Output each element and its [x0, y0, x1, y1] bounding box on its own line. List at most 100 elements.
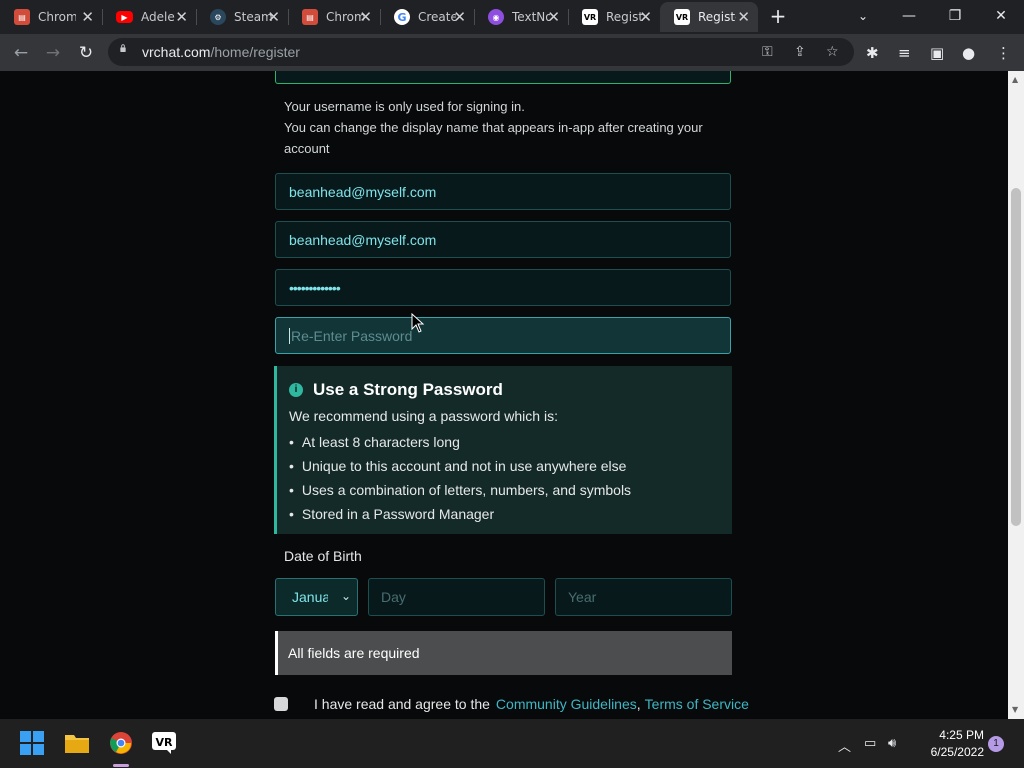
close-tab-icon[interactable]: ✕ — [639, 8, 652, 26]
reload-icon[interactable]: ↻ — [73, 40, 99, 66]
info-icon: i — [289, 383, 303, 397]
username-hint: Your username is only used for signing i… — [284, 96, 703, 159]
browser-tab-bar: ▤ Chrome ✕ ▶ Adele ✕ ⚙ Steam ✕ ▤ Chrome … — [0, 0, 1024, 34]
media-control-icon[interactable]: ≡ — [898, 44, 911, 62]
tab-1[interactable]: ▶ Adele ✕ — [102, 2, 196, 32]
strong-password-list: At least 8 characters long Unique to thi… — [289, 430, 631, 526]
svg-text:VR: VR — [156, 736, 174, 749]
side-panel-icon[interactable]: ▣ — [930, 44, 944, 62]
clock-date: 6/25/2022 — [930, 745, 984, 759]
hint-line: You can change the display name that app… — [284, 120, 703, 135]
password-field[interactable]: ••••••••••••• — [275, 269, 731, 306]
volume-icon[interactable]: 🔊︎ — [888, 736, 896, 751]
menu-icon[interactable]: ⋮ — [996, 44, 1011, 62]
network-icon[interactable]: ▭ — [864, 736, 876, 751]
agree-text: I have read and agree to the — [314, 696, 490, 712]
bookmark-star-icon[interactable]: ☆ — [826, 44, 839, 60]
email-confirm-value: beanhead@myself.com — [289, 231, 437, 248]
tab-6[interactable]: VR Register ✕ — [568, 2, 660, 32]
tab-title: Chrome — [326, 10, 364, 24]
year-field[interactable]: Year — [555, 578, 732, 616]
tab-7-active[interactable]: VR Register ✕ — [660, 2, 758, 32]
tray-chevron-up-icon[interactable]: ︿ — [838, 736, 851, 755]
month-select[interactable]: January ⌄ — [275, 578, 358, 616]
tab-title: TextNow — [512, 10, 550, 24]
strong-password-title: Use a Strong Password — [313, 380, 503, 399]
day-field[interactable]: Day — [368, 578, 545, 616]
list-item: Uses a combination of letters, numbers, … — [289, 478, 631, 502]
reenter-password-placeholder: Re-Enter Password — [291, 327, 413, 344]
list-item: Stored in a Password Manager — [289, 502, 631, 526]
notification-badge[interactable]: 1 — [988, 736, 1004, 752]
address-bar[interactable]: vrchat.com/home/register ⚿ ⇪ ☆ — [108, 38, 854, 66]
restore-icon[interactable]: ❐ — [932, 4, 978, 28]
share-icon[interactable]: ⇪ — [794, 44, 806, 60]
tab-4[interactable]: G Create ✕ — [380, 2, 474, 32]
agree-row: I have read and agree to the Community G… — [274, 694, 749, 714]
dob-label: Date of Birth — [284, 548, 362, 564]
scroll-up-icon[interactable]: ▲ — [1012, 75, 1018, 84]
username-field[interactable] — [275, 71, 731, 84]
hint-line: Your username is only used for signing i… — [284, 99, 525, 114]
email-confirm-field[interactable]: beanhead@myself.com — [275, 221, 731, 258]
strong-password-heading: i Use a Strong Password — [289, 380, 503, 400]
strong-password-intro: We recommend using a password which is: — [289, 408, 558, 424]
file-explorer-icon[interactable] — [63, 729, 91, 757]
close-tab-icon[interactable]: ✕ — [737, 8, 750, 26]
new-tab-icon[interactable]: + — [767, 4, 789, 28]
tab-title: Steam — [234, 10, 272, 24]
email-field[interactable]: beanhead@myself.com — [275, 173, 731, 210]
community-guidelines-link[interactable]: Community Guidelines — [496, 696, 637, 712]
tab-title: Chrome — [38, 10, 76, 24]
tab-title: Register — [698, 10, 736, 24]
page-scrollbar[interactable]: ▲ ▼ — [1008, 71, 1024, 719]
tab-title: Create — [418, 10, 456, 24]
back-icon[interactable]: ← — [8, 40, 34, 66]
url-path: /home/register — [210, 44, 300, 60]
comma: , — [636, 696, 641, 712]
tab-5[interactable]: ◉ TextNow ✕ — [474, 2, 568, 32]
close-tab-icon[interactable]: ✕ — [453, 8, 466, 26]
month-value: January — [292, 589, 328, 605]
agree-checkbox[interactable] — [274, 697, 288, 711]
extensions-icon[interactable]: ✱ — [866, 44, 879, 62]
close-window-icon[interactable]: ✕ — [978, 4, 1024, 28]
email-value: beanhead@myself.com — [289, 183, 437, 200]
close-tab-icon[interactable]: ✕ — [81, 8, 94, 26]
tab-0[interactable]: ▤ Chrome ✕ — [0, 2, 102, 32]
chrome-store-icon: ▤ — [14, 9, 30, 25]
close-tab-icon[interactable]: ✕ — [547, 8, 560, 26]
scroll-thumb[interactable] — [1011, 188, 1021, 526]
textnow-icon: ◉ — [488, 9, 504, 25]
mouse-cursor-icon — [411, 313, 425, 333]
chrome-store-icon: ▤ — [302, 9, 318, 25]
close-tab-icon[interactable]: ✕ — [175, 8, 188, 26]
close-tab-icon[interactable]: ✕ — [359, 8, 372, 26]
taskbar-clock[interactable]: 4:25 PM 6/25/2022 — [912, 727, 984, 761]
tab-3[interactable]: ▤ Chrome ✕ — [288, 2, 380, 32]
terms-of-service-link[interactable]: Terms of Service — [645, 696, 749, 712]
windows-taskbar: VR ︿ ▭ 🔊︎ 4:25 PM 6/25/2022 1 — [0, 719, 1024, 768]
steam-icon: ⚙ — [210, 9, 226, 25]
close-tab-icon[interactable]: ✕ — [267, 8, 280, 26]
forward-icon[interactable]: → — [40, 40, 66, 66]
scroll-down-icon[interactable]: ▼ — [1012, 705, 1018, 714]
clock-time: 4:25 PM — [939, 728, 984, 742]
tab-search-icon[interactable]: ⌄ — [840, 4, 886, 28]
tab-2[interactable]: ⚙ Steam ✕ — [196, 2, 288, 32]
list-item: At least 8 characters long — [289, 430, 631, 454]
vrchat-taskbar-icon[interactable]: VR — [150, 729, 178, 757]
reenter-password-field[interactable]: Re-Enter Password — [275, 317, 731, 354]
key-icon[interactable]: ⚿ — [762, 44, 773, 60]
active-app-indicator — [113, 764, 129, 767]
list-item: Unique to this account and not in use an… — [289, 454, 631, 478]
minimize-icon[interactable]: — — [886, 4, 932, 28]
profile-icon[interactable]: ● — [962, 44, 975, 62]
browser-toolbar: ← → ↻ vrchat.com/home/register ⚿ ⇪ ☆ ✱ ≡… — [0, 34, 1024, 71]
strong-password-notice: i Use a Strong Password We recommend usi… — [274, 366, 732, 534]
lock-icon — [120, 44, 126, 52]
windows-start-icon[interactable] — [18, 729, 46, 757]
tab-title: Register — [606, 10, 644, 24]
chrome-icon[interactable] — [107, 729, 135, 757]
text-caret — [289, 327, 290, 344]
